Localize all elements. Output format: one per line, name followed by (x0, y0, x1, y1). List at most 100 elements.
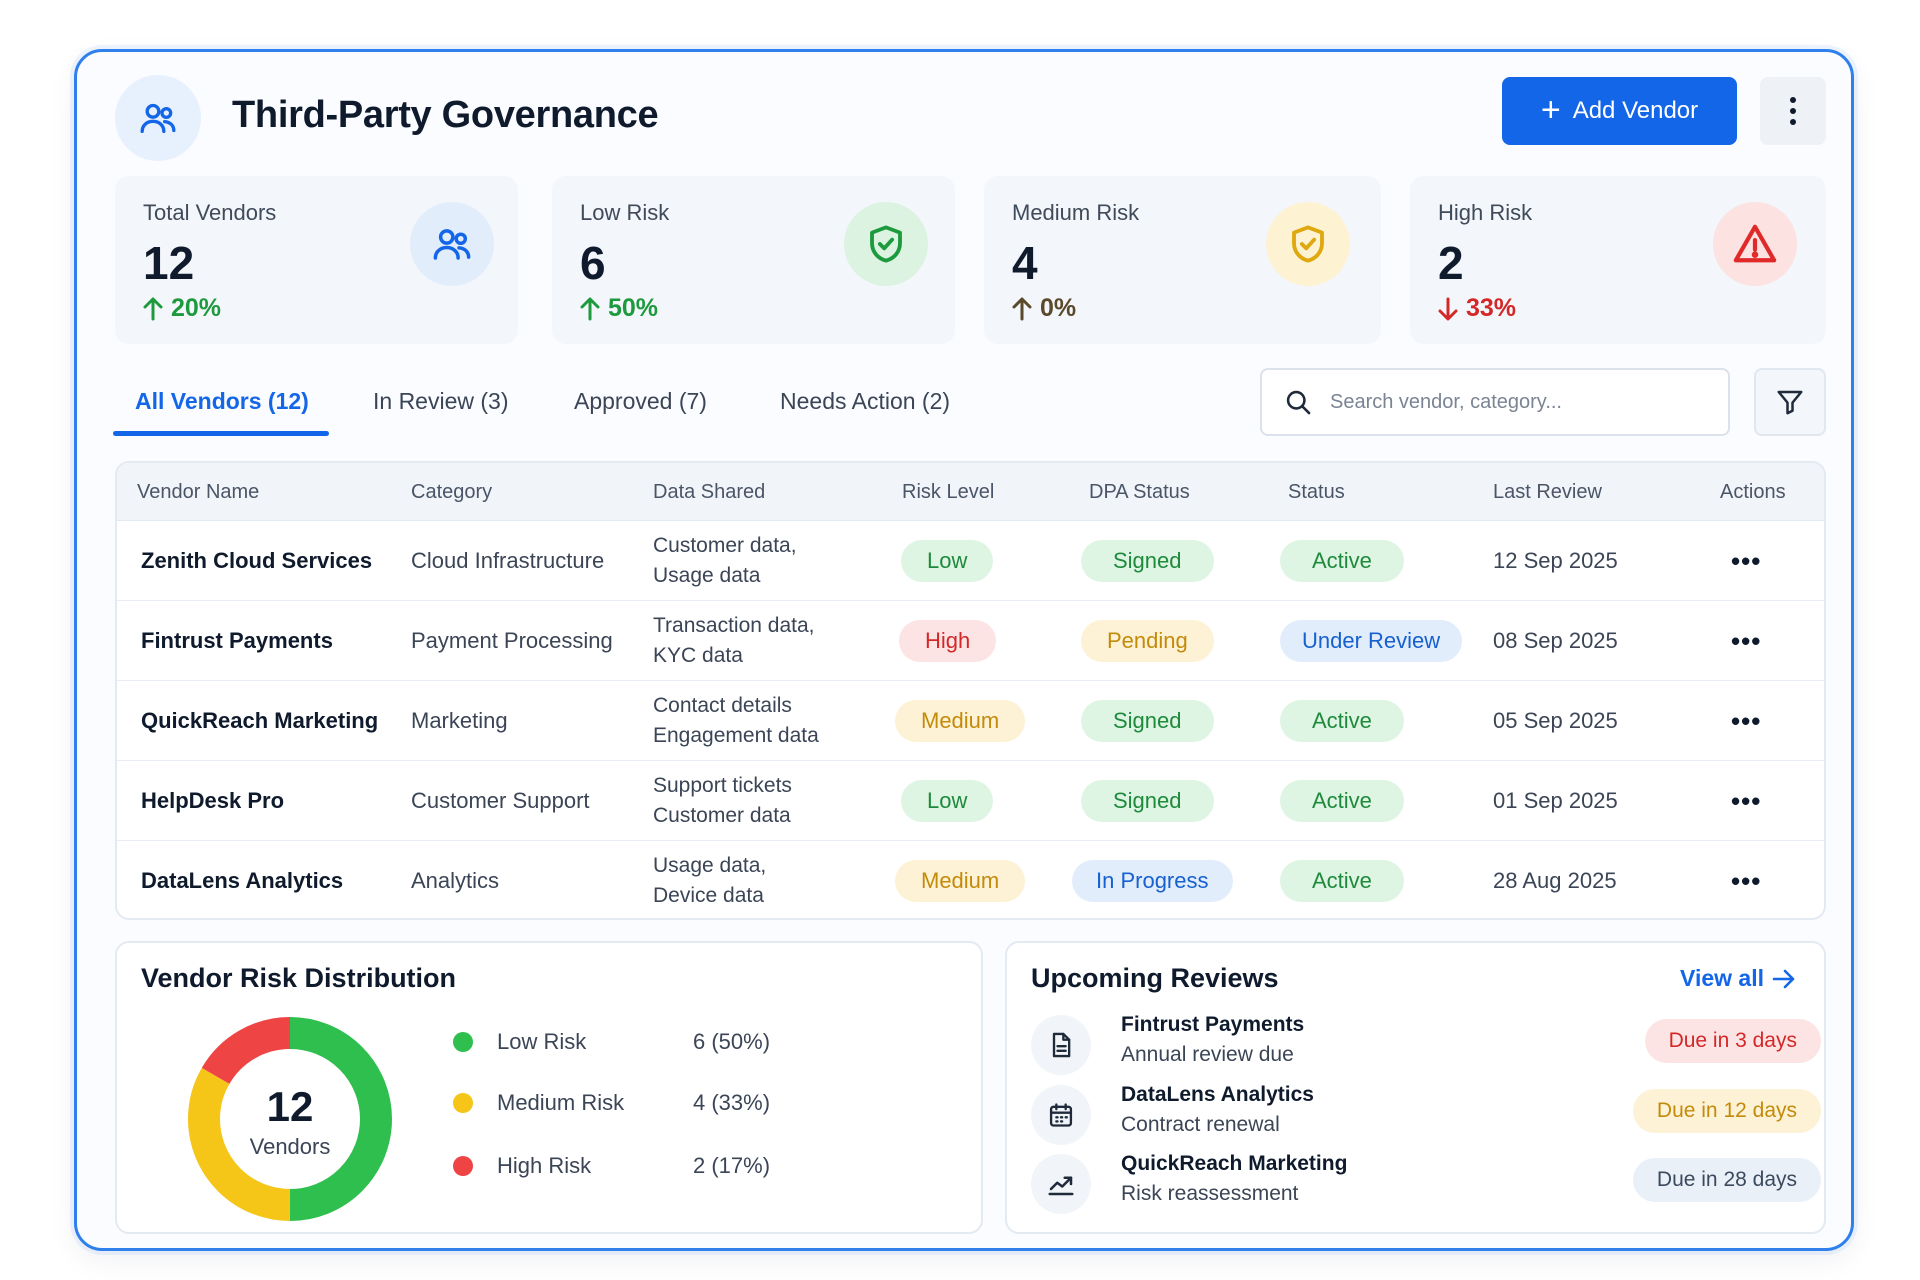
donut-center-value: 12 (267, 1083, 314, 1130)
table-row[interactable]: QuickReach Marketing Marketing Contact d… (117, 681, 1824, 761)
shield-check-icon (844, 202, 928, 286)
legend-value: 2 (17%) (693, 1153, 771, 1178)
due-badge: Due in 12 days (1632, 1089, 1821, 1133)
stat-label: Medium Risk (1012, 200, 1140, 225)
table-row[interactable]: DataLens Analytics Analytics Usage data,… (117, 841, 1824, 918)
plus-icon: + (1540, 90, 1561, 129)
review-title: DataLens Analytics (1121, 1083, 1314, 1106)
column-header-category[interactable]: Category (411, 481, 492, 504)
row-actions-button[interactable]: ••• (1731, 761, 1761, 841)
vendor-name[interactable]: QuickReach Marketing (141, 681, 378, 761)
status-cell: Active (1280, 521, 1404, 601)
stat-trend: 20% (143, 294, 221, 323)
row-actions-button[interactable]: ••• (1731, 521, 1761, 601)
vendor-category: Customer Support (411, 788, 590, 813)
risk-badge: Medium (895, 700, 1026, 742)
table-row[interactable]: Zenith Cloud Services Cloud Infrastructu… (117, 521, 1824, 601)
column-header-vendor-name[interactable]: Vendor Name (137, 481, 259, 504)
vendor-name[interactable]: Fintrust Payments (141, 601, 333, 681)
search-box[interactable] (1260, 368, 1730, 436)
vendor-table: Vendor Name Category Data Shared Risk Le… (115, 461, 1826, 920)
dpa-badge: Signed (1081, 780, 1214, 822)
row-actions-button[interactable]: ••• (1731, 601, 1761, 681)
filter-button[interactable] (1754, 368, 1826, 436)
vendor-name[interactable]: HelpDesk Pro (141, 761, 284, 841)
warning-triangle-icon (1713, 202, 1797, 286)
risk-donut-chart: 12 Vendors (188, 1017, 392, 1221)
vendor-name[interactable]: DataLens Analytics (141, 841, 343, 918)
upcoming-reviews-panel: Upcoming Reviews View all Fintrust Payme… (1005, 941, 1826, 1234)
vendor-category: Cloud Infrastructure (411, 548, 605, 573)
risk-badge: Medium (895, 860, 1026, 902)
column-header-last-review[interactable]: Last Review (1493, 481, 1602, 504)
column-header-dpa-status[interactable]: DPA Status (1089, 481, 1190, 504)
status-badge: Active (1280, 700, 1404, 742)
review-title: QuickReach Marketing (1121, 1152, 1348, 1175)
stat-value: 4 (1012, 237, 1038, 289)
column-header-risk-level[interactable]: Risk Level (902, 481, 994, 504)
filter-icon (1777, 390, 1803, 415)
dpa-status-cell: Signed (1081, 521, 1214, 601)
stat-trend: 0% (1012, 294, 1076, 323)
review-subtitle: Contract renewal (1121, 1113, 1280, 1136)
data-shared: Usage data, Device data (653, 841, 766, 918)
review-item[interactable]: Fintrust Payments Annual review due Due … (1031, 1013, 1821, 1079)
tab-in-review[interactable]: In Review (3) (373, 388, 508, 415)
risk-distribution-panel: Vendor Risk Distribution 12 Vendors Low … (115, 941, 983, 1234)
risk-level-cell: High (899, 601, 997, 681)
table-row[interactable]: HelpDesk Pro Customer Support Support ti… (117, 761, 1824, 841)
legend-label: High Risk (497, 1153, 592, 1178)
arrow-down-icon (1438, 297, 1458, 320)
arrow-up-icon (1012, 297, 1032, 320)
calendar-icon (1031, 1085, 1091, 1145)
tab-needs-action[interactable]: Needs Action (2) (780, 388, 950, 415)
column-header-status[interactable]: Status (1288, 481, 1345, 504)
arrow-up-icon (580, 297, 600, 320)
risk-level-cell: Medium (895, 681, 1026, 761)
risk-badge: Low (901, 780, 994, 822)
vendor-name[interactable]: Zenith Cloud Services (141, 521, 372, 601)
search-input[interactable] (1330, 390, 1710, 414)
dpa-badge: Pending (1081, 620, 1214, 662)
table-row[interactable]: Fintrust Payments Payment Processing Tra… (117, 601, 1824, 681)
dpa-status-cell: Signed (1081, 681, 1214, 761)
last-review-date: 01 Sep 2025 (1493, 788, 1618, 813)
risk-badge: Low (901, 540, 994, 582)
data-shared-line: Engagement data (653, 724, 819, 747)
status-badge: Active (1280, 540, 1404, 582)
add-vendor-button[interactable]: + Add Vendor (1502, 77, 1737, 145)
status-badge: Active (1280, 780, 1404, 822)
dpa-badge: Signed (1081, 700, 1214, 742)
row-actions-button[interactable]: ••• (1731, 841, 1761, 918)
column-header-data-shared[interactable]: Data Shared (653, 481, 765, 504)
dashboard-window: Third-Party Governance + Add Vendor Tota… (74, 49, 1854, 1251)
legend-item-medium-risk: Medium Risk 4 (33%) (453, 1088, 770, 1118)
data-shared: Customer data, Usage data (653, 521, 797, 601)
data-shared: Support tickets Customer data (653, 761, 792, 841)
page-title: Third-Party Governance (232, 94, 659, 136)
legend-item-low-risk: Low Risk 6 (50%) (453, 1027, 770, 1057)
vertical-dots-icon (1790, 97, 1796, 125)
tab-approved[interactable]: Approved (7) (574, 388, 707, 415)
risk-level-cell: Low (901, 521, 994, 601)
stat-trend-value: 33% (1466, 294, 1517, 322)
status-badge: Under Review (1280, 620, 1463, 662)
status-badge: Active (1280, 860, 1404, 902)
search-icon (1286, 390, 1311, 415)
last-review-date: 12 Sep 2025 (1493, 548, 1618, 573)
stat-card-total-vendors: Total Vendors 12 20% (115, 176, 518, 344)
view-all-link[interactable]: View all (1680, 965, 1796, 992)
tab-all-vendors[interactable]: All Vendors (12) (135, 388, 309, 415)
active-tab-indicator (113, 431, 329, 436)
last-review-date: 05 Sep 2025 (1493, 708, 1618, 733)
users-icon (410, 202, 494, 286)
review-item[interactable]: QuickReach Marketing Risk reassessment D… (1031, 1152, 1821, 1218)
data-shared-line: Transaction data, (653, 614, 815, 637)
review-item[interactable]: DataLens Analytics Contract renewal Due … (1031, 1083, 1821, 1149)
stat-card-high-risk: High Risk 2 33% (1410, 176, 1826, 344)
risk-badge: High (899, 620, 997, 662)
row-actions-button[interactable]: ••• (1731, 681, 1761, 761)
more-options-button[interactable] (1760, 77, 1826, 145)
stat-card-medium-risk: Medium Risk 4 0% (984, 176, 1381, 344)
panel-title: Vendor Risk Distribution (141, 963, 457, 993)
